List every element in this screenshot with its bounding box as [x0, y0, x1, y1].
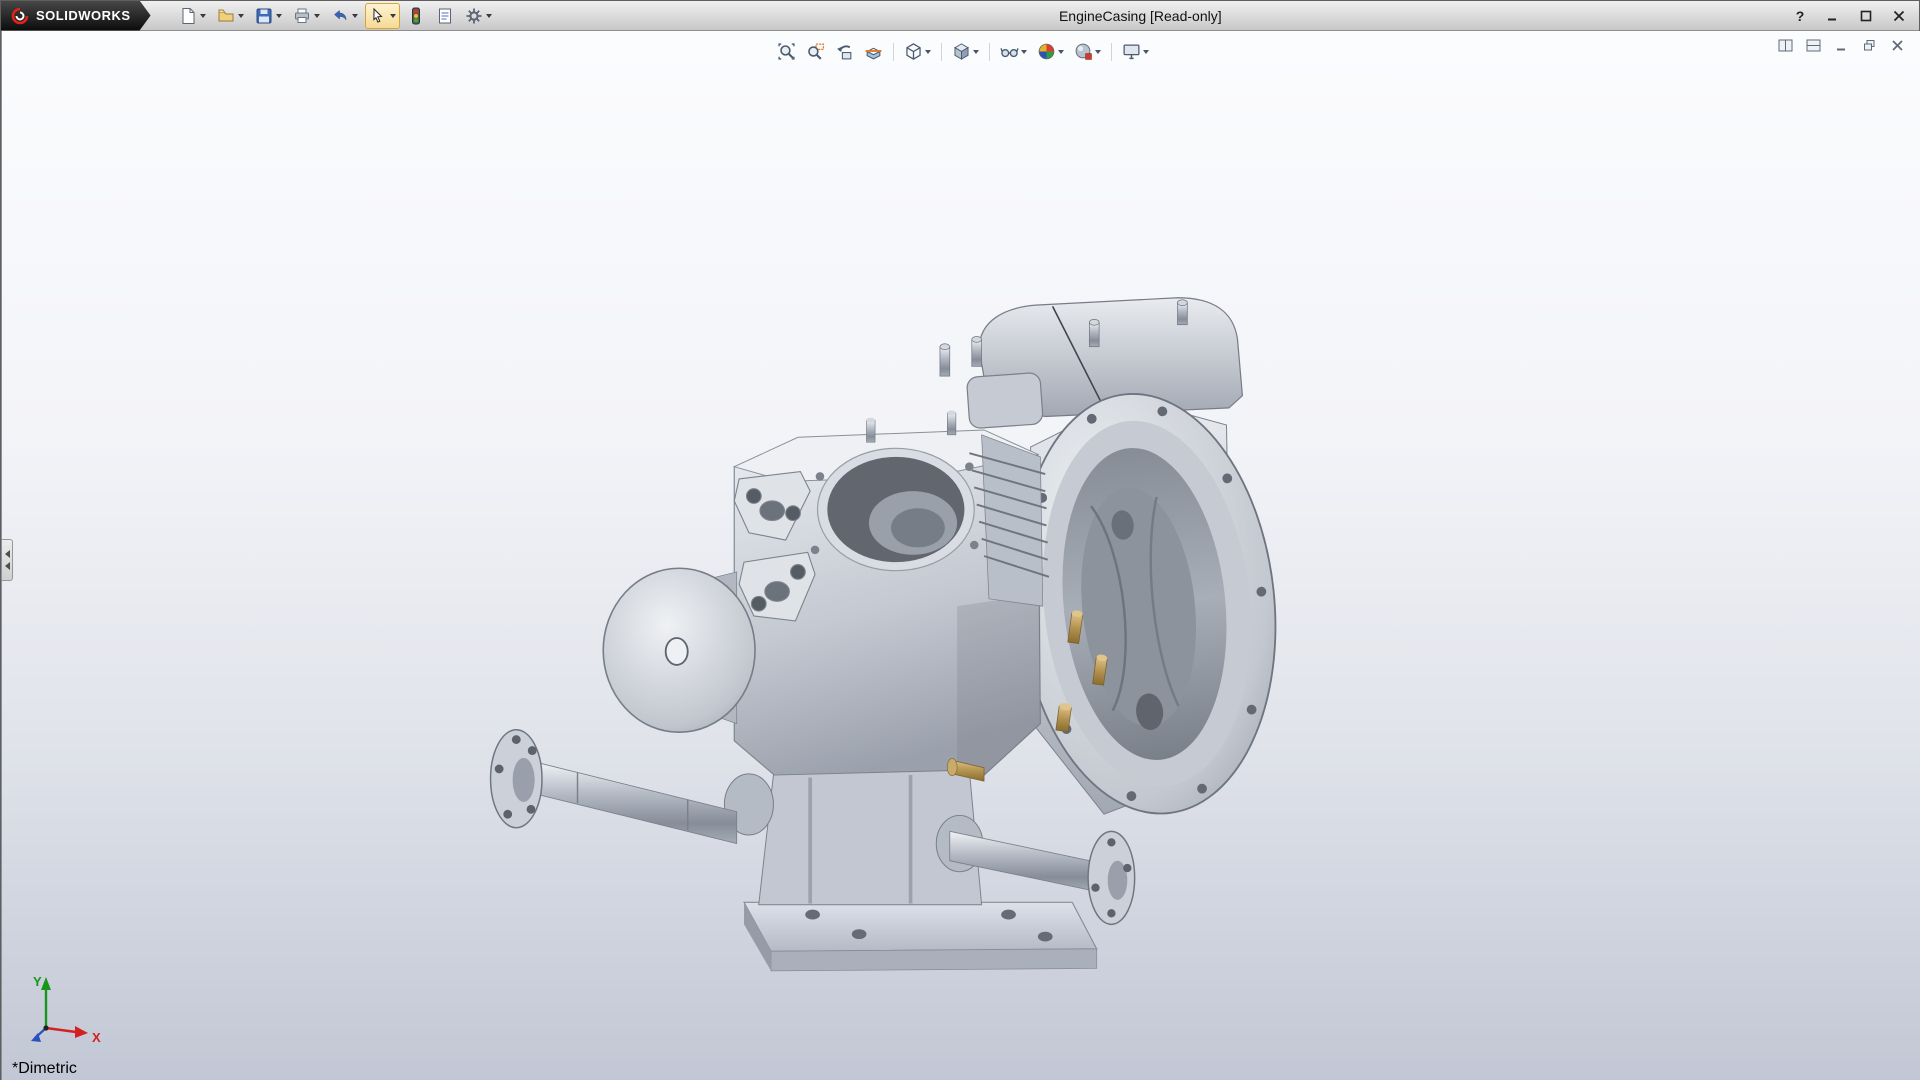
open-button[interactable] [213, 3, 248, 29]
document-restore-button[interactable] [1859, 36, 1880, 55]
document-minimize-icon [1835, 39, 1848, 52]
document-window-controls [1775, 36, 1908, 55]
section-view-button[interactable] [860, 38, 887, 65]
pane-toggle-vertical-icon [1778, 39, 1793, 52]
rebuild-traffic-light-icon [407, 7, 425, 25]
rebuild-button[interactable] [403, 3, 429, 29]
options-icon [465, 7, 483, 25]
engine-casing-model[interactable] [2, 31, 1920, 1080]
minimize-icon [1827, 10, 1839, 22]
document-restore-icon [1863, 39, 1876, 52]
view-settings-button[interactable] [1118, 38, 1153, 65]
view-orientation-button[interactable] [900, 38, 935, 65]
select-icon [369, 7, 387, 25]
undo-button[interactable] [327, 3, 362, 29]
maximize-icon [1860, 10, 1872, 22]
hide-show-items-button[interactable] [996, 38, 1031, 65]
maximize-button[interactable] [1854, 6, 1878, 26]
print-button[interactable] [289, 3, 324, 29]
save-button[interactable] [251, 3, 286, 29]
expand-panel-arrow-icon [5, 562, 10, 570]
new-document-icon [179, 7, 197, 25]
close-icon [1893, 10, 1905, 22]
brand-text: SOLIDWORKS [36, 8, 131, 23]
solidworks-window: SOLIDWORKS [0, 0, 1920, 1080]
model-support-bracket[interactable] [724, 770, 982, 905]
view-orientation-icon [904, 42, 923, 61]
model-side-cover-disc[interactable] [603, 568, 755, 732]
toolbar-separator [941, 43, 942, 61]
model-left-shaft[interactable] [491, 730, 737, 844]
close-button[interactable] [1887, 6, 1911, 26]
triad-x-label: X [92, 1030, 101, 1045]
previous-view-button[interactable] [831, 38, 858, 65]
graphics-area[interactable]: Y X *Dimetric [1, 31, 1920, 1080]
select-button[interactable] [365, 3, 400, 29]
zoom-to-fit-icon [777, 42, 796, 61]
zoom-to-area-icon [806, 42, 825, 61]
document-close-icon [1891, 39, 1904, 52]
view-orientation-label: *Dimetric [12, 1060, 77, 1078]
hide-show-items-icon [1000, 42, 1019, 61]
undo-icon [331, 7, 349, 25]
solidworks-logo: SOLIDWORKS [1, 1, 151, 31]
model-base-plate[interactable] [744, 902, 1097, 971]
view-settings-icon [1122, 42, 1141, 61]
zoom-to-area-button[interactable] [802, 38, 829, 65]
window-controls: ? [1788, 1, 1911, 31]
solidworks-logo-icon [11, 7, 29, 25]
window-title: EngineCasing [Read-only] [1059, 1, 1222, 31]
display-style-button[interactable] [948, 38, 983, 65]
pane-toggle-horizontal-button[interactable] [1803, 36, 1824, 55]
file-properties-icon [436, 7, 454, 25]
titlebar: SOLIDWORKS [1, 1, 1919, 31]
edit-appearance-button[interactable] [1033, 38, 1068, 65]
document-close-button[interactable] [1887, 36, 1908, 55]
expand-panel-arrow-icon [5, 550, 10, 558]
main-toolbar [175, 3, 496, 29]
display-style-icon [952, 42, 971, 61]
apply-scene-button[interactable] [1070, 38, 1105, 65]
document-minimize-button[interactable] [1831, 36, 1852, 55]
collapsed-panel-tab[interactable] [2, 539, 13, 581]
toolbar-separator [989, 43, 990, 61]
minimize-button[interactable] [1821, 6, 1845, 26]
apply-scene-icon [1074, 42, 1093, 61]
open-icon [217, 7, 235, 25]
triad-y-label: Y [33, 974, 42, 989]
new-document-button[interactable] [175, 3, 210, 29]
print-icon [293, 7, 311, 25]
edit-appearance-icon [1037, 42, 1056, 61]
help-button[interactable]: ? [1788, 6, 1812, 26]
heads-up-view-toolbar [773, 38, 1153, 65]
save-icon [255, 7, 273, 25]
pane-toggle-horizontal-icon [1806, 39, 1821, 52]
options-button[interactable] [461, 3, 496, 29]
orientation-triad: Y X [24, 970, 108, 1054]
file-properties-button[interactable] [432, 3, 458, 29]
toolbar-separator [1111, 43, 1112, 61]
section-view-icon [864, 42, 883, 61]
zoom-to-fit-button[interactable] [773, 38, 800, 65]
previous-view-icon [835, 42, 854, 61]
toolbar-separator [893, 43, 894, 61]
pane-toggle-vertical-button[interactable] [1775, 36, 1796, 55]
